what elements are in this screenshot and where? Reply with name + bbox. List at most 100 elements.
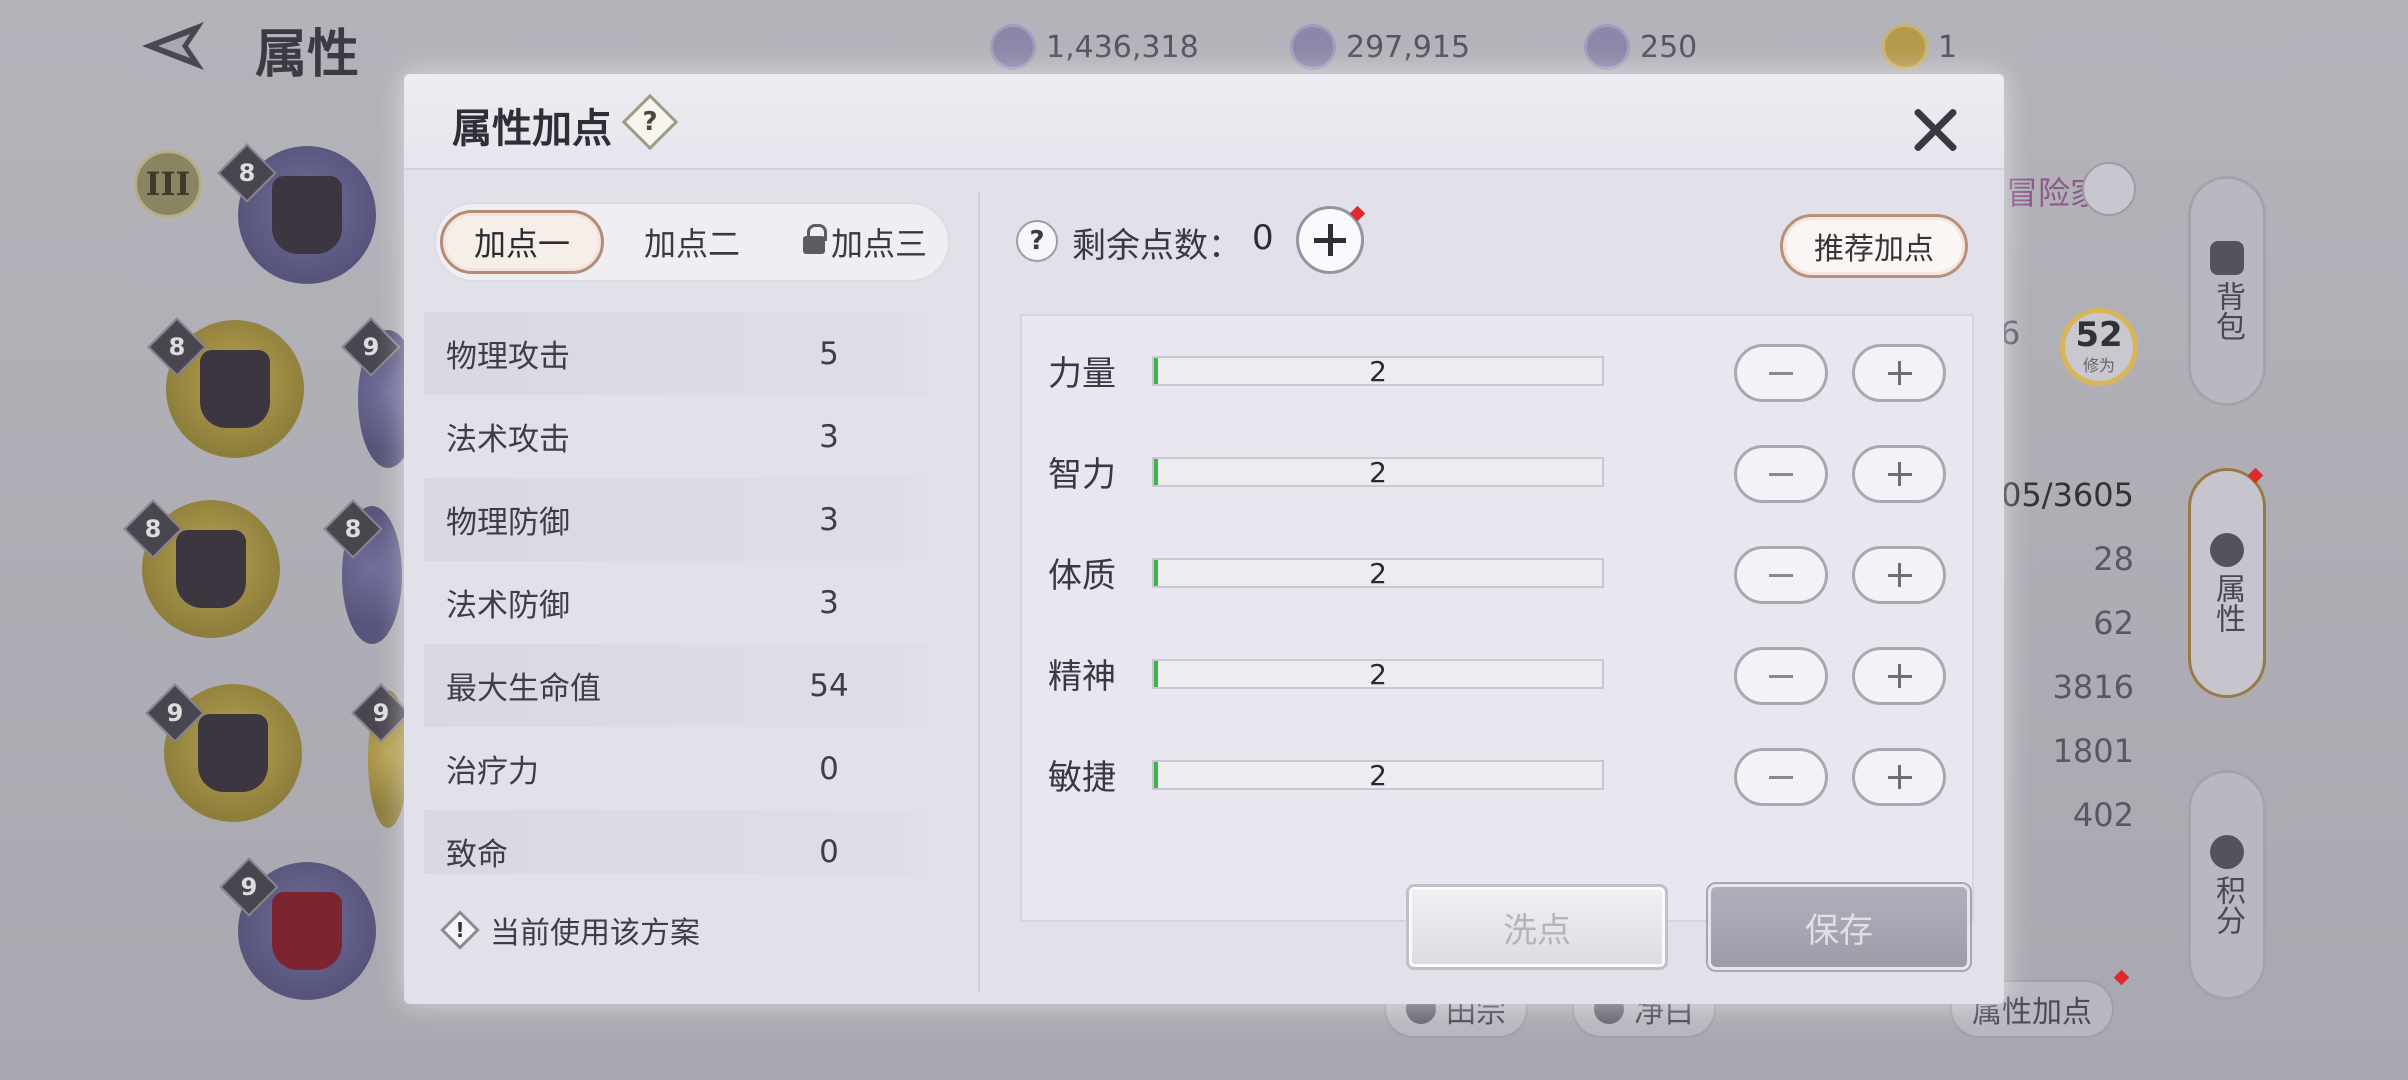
stat-value: 5 [819,335,839,372]
stat-row: 法术攻击 3 [424,395,928,478]
stat-name: 致命 [446,837,508,873]
attribute-value: 2 [1369,355,1387,388]
notification-dot [2113,969,2130,986]
boots-icon [198,714,268,792]
currency-medal: 1 [1882,24,1957,70]
help-icon[interactable]: ? [621,93,679,151]
remaining-points-value: 0 [1252,218,1274,258]
side-tab-label: 属性 [2210,573,2245,633]
attribute-row-strength: 力量 2 [1022,316,1972,416]
attribute-name: 精神 [1048,657,1116,697]
stat-value: 3 [819,418,839,455]
pants-icon [176,530,246,608]
stat-row: 法术防御 3 [424,561,928,644]
increase-button[interactable] [1852,445,1946,503]
attribute-row-constitution: 体质 2 [1022,518,1972,618]
currency-coin: 297,915 [1290,24,1470,70]
attribute-row-intelligence: 智力 2 [1022,417,1972,517]
remaining-points-label: 剩余点数： [1072,226,1242,266]
currency-crystal: 1,436,318 [990,24,1199,70]
side-tab-bag[interactable]: 背包 [2188,176,2266,406]
lock-icon [802,224,827,254]
stat-value: 1801 [2052,732,2134,770]
attribute-value: 2 [1369,759,1387,792]
stat-name: 物理攻击 [446,339,570,375]
decrease-button[interactable] [1734,647,1828,705]
close-button[interactable] [1908,102,1964,158]
decrease-button[interactable] [1734,344,1828,402]
tab-label: 加点三 [830,225,927,263]
save-button[interactable]: 保存 [1708,884,1970,970]
currency-value: 250 [1640,29,1698,65]
level-value: 52 [2075,315,2123,355]
side-tab-label: 背包 [2210,281,2245,341]
stat-name: 法术攻击 [446,422,570,458]
coin-icon [1290,24,1336,70]
stat-value: 3 [819,501,839,538]
attribute-name: 体质 [1048,556,1116,596]
help-icon[interactable]: ? [1016,220,1058,262]
level-label: 修为 [2082,356,2115,375]
increase-button[interactable] [1852,647,1946,705]
stat-value: 3816 [2052,668,2134,706]
crystal-icon [990,24,1036,70]
attribute-name: 智力 [1048,455,1116,495]
currency-value: 297,915 [1346,29,1471,65]
attribute-row-agility: 敏捷 2 [1022,720,1972,820]
back-arrow-icon[interactable] [138,18,208,74]
stat-row: 最大生命值 54 [424,644,928,727]
attribute-bar: 2 [1152,356,1604,386]
stat-value: 3 [819,584,839,621]
decrease-button[interactable] [1734,748,1828,806]
increase-button[interactable] [1852,546,1946,604]
currency-value: 1 [1938,29,1958,65]
attribute-bar: 2 [1152,760,1604,790]
page-title: 属性 [255,25,360,85]
swirl-icon [2210,533,2244,567]
attribute-value: 2 [1369,557,1387,590]
tab-label: 加点一 [473,225,570,263]
dialog-title: 属性加点 [452,106,612,152]
side-tab-attributes[interactable]: 属性 [2188,468,2266,698]
increase-button[interactable] [1852,344,1946,402]
reset-points-button[interactable]: 洗点 [1406,884,1668,970]
attribute-bar: 2 [1152,457,1604,487]
recommend-button[interactable]: 推荐加点 [1780,214,1968,278]
stat-value: 05/3605 [2001,476,2134,514]
level-badge: 52 修为 [2060,308,2138,386]
stat-value: 62 [2093,604,2134,642]
side-tab-label: 积分 [2210,875,2245,935]
medal-icon [1882,24,1928,70]
derived-stats-list[interactable]: 物理攻击 5 法术攻击 3 物理防御 3 法术防御 3 最大生命值 54 治疗力… [424,312,928,920]
dialog-header: 属性加点 ? [404,74,2004,170]
attribute-name: 力量 [1048,354,1116,394]
decrease-button[interactable] [1734,546,1828,604]
tab-plan-two[interactable]: 加点二 [612,210,772,274]
stat-name: 法术防御 [446,588,570,624]
tab-plan-one[interactable]: 加点一 [440,210,604,274]
decrease-button[interactable] [1734,445,1828,503]
tab-plan-three[interactable]: 加点三 [782,210,948,274]
edit-icon[interactable] [2082,162,2136,216]
stat-name: 物理防御 [446,505,570,541]
backpack-icon [2210,241,2244,275]
column-divider [978,192,980,992]
currency-value: 1,436,318 [1046,29,1199,65]
stat-value: 54 [809,667,849,704]
stat-value: 28 [2093,540,2134,578]
side-tab-points[interactable]: 积分 [2188,770,2266,1000]
plan-tabs: 加点一 加点二 加点三 [434,202,950,282]
attribute-row-spirit: 精神 2 [1022,619,1972,719]
emblem-icon [2210,835,2244,869]
attribute-panel: 力量 2 智力 2 体质 2 精神 2 敏捷 2 [1020,314,1974,922]
stat-row: 物理攻击 5 [424,312,928,395]
attribute-value: 2 [1369,456,1387,489]
attribute-name: 敏捷 [1048,758,1116,798]
increase-button[interactable] [1852,748,1946,806]
stat-row: 物理防御 3 [424,478,928,561]
currency-gem: 250 [1584,24,1697,70]
armor-icon [200,350,270,428]
rank-badge[interactable]: III [134,150,202,218]
stat-value: 402 [2072,796,2134,834]
gem-icon [1584,24,1630,70]
